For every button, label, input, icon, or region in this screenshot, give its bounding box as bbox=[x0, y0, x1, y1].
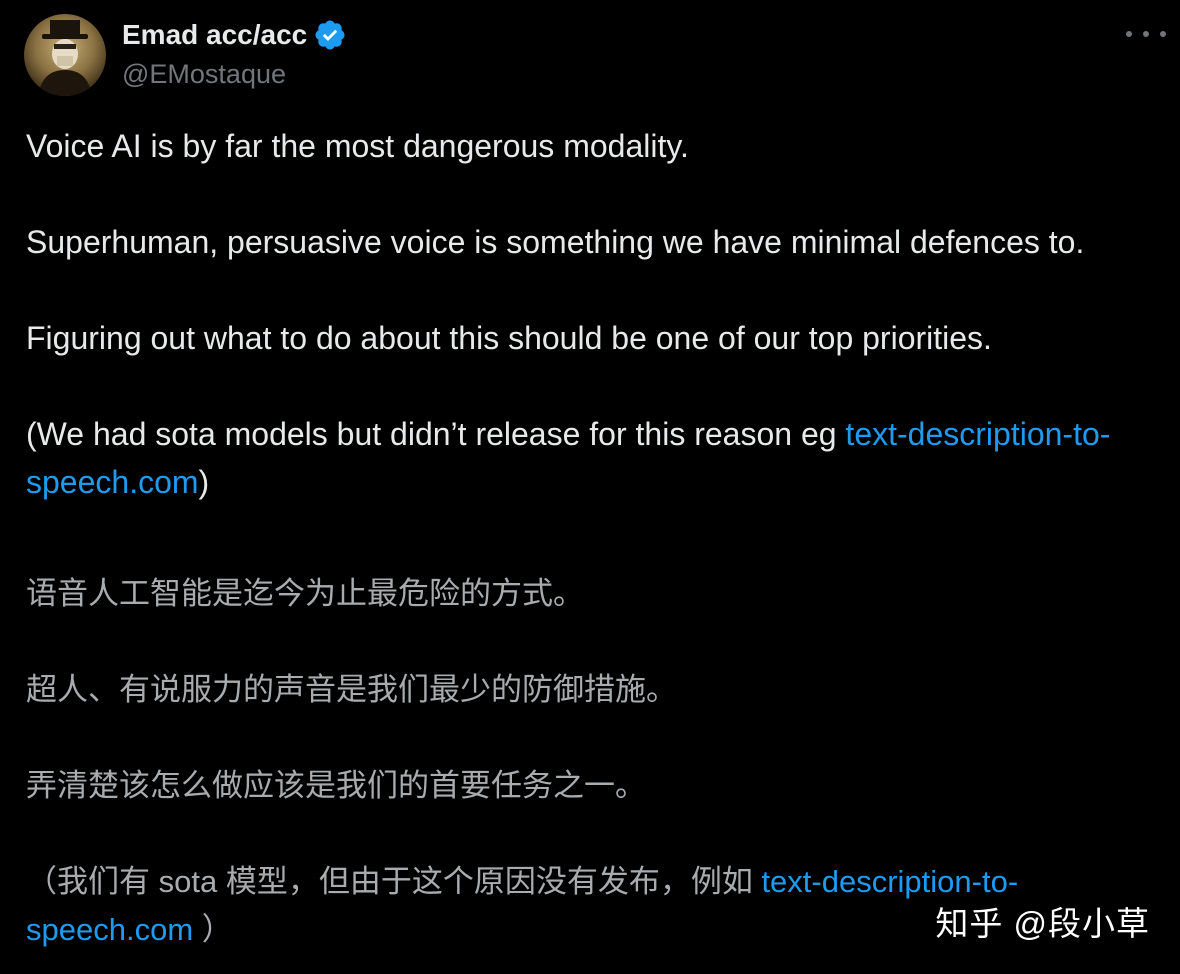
avatar[interactable] bbox=[24, 14, 106, 96]
tweet-paragraph: (We had sota models but didn’t release f… bbox=[26, 410, 1156, 506]
watermark: 知乎 @段小草 bbox=[935, 905, 1150, 942]
translation-paragraph: 语音人工智能是迄今为止最危险的方式。 bbox=[26, 576, 584, 611]
tweet-paragraph: Voice AI is by far the most dangerous mo… bbox=[26, 128, 689, 164]
verified-badge-icon[interactable] bbox=[313, 18, 347, 52]
translation-paragraph: 弄清楚该怎么做应该是我们的首要任务之一。 bbox=[26, 768, 646, 803]
dot bbox=[1126, 31, 1132, 37]
tweet-paragraph-text: ) bbox=[198, 464, 210, 500]
author-display-name[interactable]: Emad acc/acc bbox=[122, 16, 307, 54]
translation-paragraph-text: ） bbox=[193, 912, 233, 947]
translation-paragraph: 超人、有说服力的声音是我们最少的防御措施。 bbox=[26, 672, 677, 707]
tweet-body: Voice AI is by far the most dangerous mo… bbox=[26, 122, 1156, 506]
more-options-icon[interactable] bbox=[1126, 20, 1166, 48]
author-handle[interactable]: @EMostaque bbox=[122, 56, 286, 92]
translation-paragraph-text: （我们有 sota 模型，但由于这个原因没有发布，例如 bbox=[26, 864, 762, 899]
tweet-paragraph: Figuring out what to do about this shoul… bbox=[26, 320, 992, 356]
author-name-row: Emad acc/acc bbox=[122, 16, 347, 54]
dot bbox=[1143, 31, 1149, 37]
tweet-paragraph: Superhuman, persuasive voice is somethin… bbox=[26, 224, 1085, 260]
translation-body: 语音人工智能是迄今为止最危险的方式。 超人、有说服力的声音是我们最少的防御措施。… bbox=[26, 570, 1156, 954]
avatar-masked-figure-icon bbox=[24, 14, 106, 96]
dot bbox=[1160, 31, 1166, 37]
tweet-paragraph-text: (We had sota models but didn’t release f… bbox=[26, 416, 846, 452]
